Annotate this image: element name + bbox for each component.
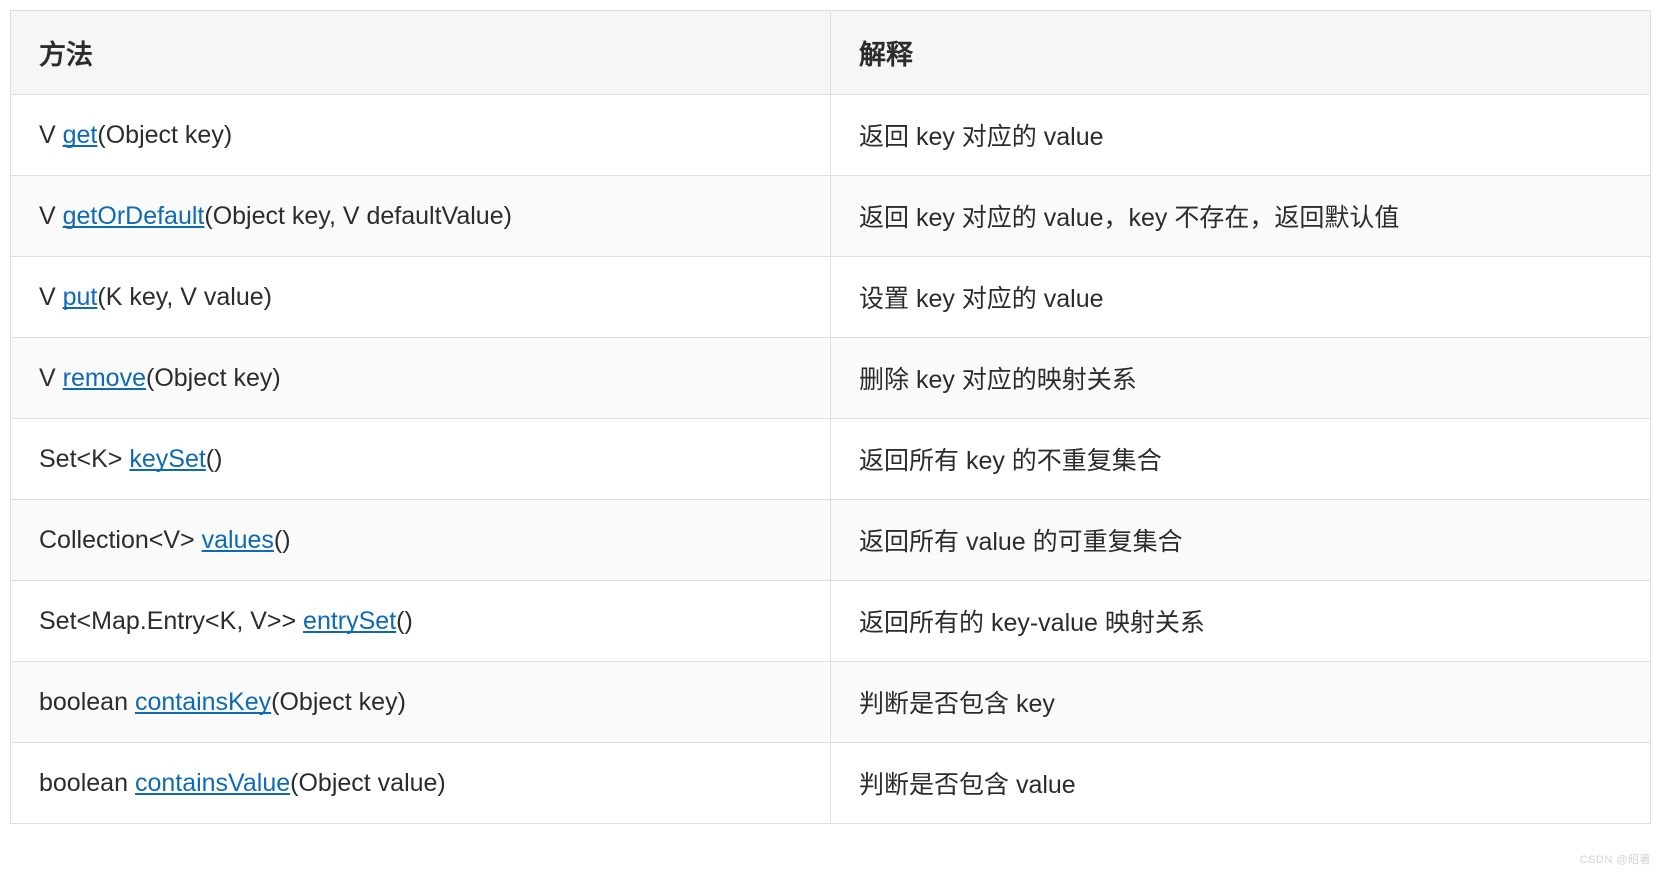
desc-cell: 返回 key 对应的 value	[831, 95, 1651, 176]
method-link[interactable]: keySet	[129, 445, 205, 473]
method-suffix: (Object value)	[290, 769, 446, 797]
method-cell: boolean containsValue(Object value)	[11, 743, 831, 824]
method-suffix: ()	[206, 445, 223, 473]
method-cell: V put(K key, V value)	[11, 257, 831, 338]
method-suffix: (Object key)	[271, 688, 406, 716]
method-prefix: boolean	[39, 688, 135, 716]
method-suffix: ()	[396, 607, 413, 635]
method-cell: Set<K> keySet()	[11, 419, 831, 500]
watermark: CSDN @昭著	[1580, 851, 1651, 867]
table-row: V get(Object key)返回 key 对应的 value	[11, 95, 1651, 176]
method-link[interactable]: remove	[63, 364, 146, 392]
table-row: V remove(Object key)删除 key 对应的映射关系	[11, 338, 1651, 419]
desc-cell: 返回 key 对应的 value，key 不存在，返回默认值	[831, 176, 1651, 257]
table-row: Set<Map.Entry<K, V>> entrySet()返回所有的 key…	[11, 581, 1651, 662]
method-suffix: (Object key)	[146, 364, 281, 392]
table-row: V getOrDefault(Object key, V defaultValu…	[11, 176, 1651, 257]
desc-cell: 删除 key 对应的映射关系	[831, 338, 1651, 419]
method-prefix: boolean	[39, 769, 135, 797]
method-suffix: (Object key)	[97, 121, 232, 149]
desc-cell: 判断是否包含 key	[831, 662, 1651, 743]
method-prefix: Collection<V>	[39, 526, 202, 554]
table-row: boolean containsValue(Object value)判断是否包…	[11, 743, 1651, 824]
desc-cell: 判断是否包含 value	[831, 743, 1651, 824]
methods-table: 方法 解释 V get(Object key)返回 key 对应的 valueV…	[10, 10, 1651, 824]
method-link[interactable]: getOrDefault	[63, 202, 205, 230]
table-row: Set<K> keySet()返回所有 key 的不重复集合	[11, 419, 1651, 500]
method-cell: Set<Map.Entry<K, V>> entrySet()	[11, 581, 831, 662]
table-row: V put(K key, V value)设置 key 对应的 value	[11, 257, 1651, 338]
method-prefix: V	[39, 121, 63, 149]
header-method: 方法	[11, 11, 831, 95]
table-row: boolean containsKey(Object key)判断是否包含 ke…	[11, 662, 1651, 743]
method-cell: Collection<V> values()	[11, 500, 831, 581]
method-suffix: (Object key, V defaultValue)	[204, 202, 512, 230]
method-link[interactable]: containsValue	[135, 769, 290, 797]
method-prefix: Set<Map.Entry<K, V>>	[39, 607, 303, 635]
desc-cell: 返回所有的 key-value 映射关系	[831, 581, 1651, 662]
method-link[interactable]: put	[63, 283, 98, 311]
method-cell: boolean containsKey(Object key)	[11, 662, 831, 743]
desc-cell: 设置 key 对应的 value	[831, 257, 1651, 338]
method-prefix: Set<K>	[39, 445, 129, 473]
method-cell: V get(Object key)	[11, 95, 831, 176]
desc-cell: 返回所有 key 的不重复集合	[831, 419, 1651, 500]
table-row: Collection<V> values()返回所有 value 的可重复集合	[11, 500, 1651, 581]
method-cell: V getOrDefault(Object key, V defaultValu…	[11, 176, 831, 257]
method-prefix: V	[39, 283, 63, 311]
method-suffix: (K key, V value)	[97, 283, 272, 311]
method-link[interactable]: get	[63, 121, 98, 149]
method-link[interactable]: values	[202, 526, 274, 554]
method-prefix: V	[39, 202, 63, 230]
method-suffix: ()	[274, 526, 291, 554]
method-prefix: V	[39, 364, 63, 392]
method-link[interactable]: containsKey	[135, 688, 271, 716]
desc-cell: 返回所有 value 的可重复集合	[831, 500, 1651, 581]
table-header-row: 方法 解释	[11, 11, 1651, 95]
method-cell: V remove(Object key)	[11, 338, 831, 419]
method-link[interactable]: entrySet	[303, 607, 396, 635]
header-desc: 解释	[831, 11, 1651, 95]
